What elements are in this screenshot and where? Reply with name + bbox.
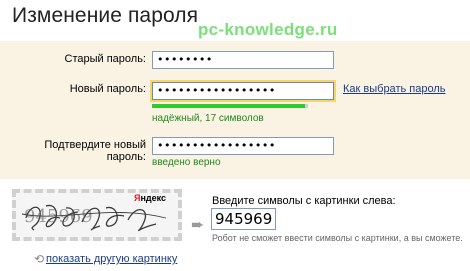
new-password-label: Новый пароль: [69, 83, 146, 95]
password-strength-fill [152, 104, 305, 108]
old-password-field[interactable]: •••••••• [152, 51, 334, 69]
password-strength-bar [152, 104, 308, 108]
how-to-choose-password-link[interactable]: Как выбрать пароль [343, 83, 445, 95]
show-another-image-link[interactable]: показать другую картинку [46, 253, 177, 265]
watermark: pc-knowledge.ru [198, 20, 338, 39]
captcha-text: 945969 [24, 206, 93, 227]
page-title: Изменение пароля [12, 4, 199, 27]
captcha-image: 945969 Яндекс [12, 189, 182, 241]
refresh-icon[interactable]: ⟲ [34, 252, 44, 266]
confirm-status-text: введено верно [152, 157, 221, 168]
arrow-right-icon: ➨ [191, 217, 205, 234]
new-password-field[interactable]: ••••••••••••••••• [152, 82, 334, 100]
confirm-password-label: Подтвердите новый пароль: [44, 139, 146, 163]
captcha-note: Робот не сможет ввести символы с картинк… [212, 233, 463, 243]
password-strength-text: надёжный, 17 символов [152, 113, 264, 124]
yandex-logo: Яндекс [134, 193, 167, 203]
old-password-label: Старый пароль: [64, 53, 146, 65]
captcha-prompt: Введите символы с картинки слева: [212, 195, 396, 207]
captcha-input[interactable]: 945969 [211, 208, 276, 230]
password-form-panel: Старый пароль: •••••••• Новый пароль: ••… [0, 41, 470, 179]
confirm-password-field[interactable]: ••••••••••••••••• [152, 137, 334, 155]
